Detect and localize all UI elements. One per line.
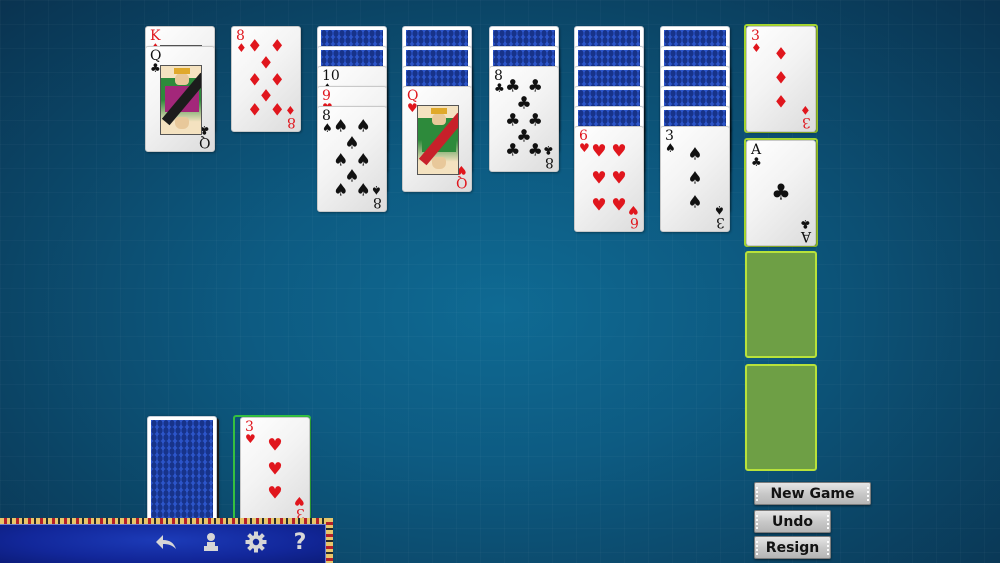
hearts-pip-icon: ♥ — [611, 195, 627, 216]
spades-pip-icon: ♠ — [687, 144, 703, 165]
card-rank-inverted: 3 — [716, 214, 725, 230]
card-q-of-clubs[interactable]: Q ♣ Q ♣ — [145, 46, 215, 152]
hearts-pip-icon: ♥ — [591, 141, 607, 162]
card-pips: ♥ ♥ ♥ ♥ ♥ ♥ — [589, 141, 629, 217]
hearts-suit-icon: ♥ — [294, 494, 305, 508]
card-rank-inverted: 3 — [802, 114, 811, 130]
player-icon[interactable] — [197, 530, 225, 554]
card-rank-inverted: 8 — [287, 114, 296, 130]
new-game-button[interactable]: New Game — [754, 482, 871, 505]
clubs-suit-icon: ♣ — [543, 143, 554, 157]
card-back-pattern — [151, 420, 213, 518]
hearts-pip-icon: ♥ — [591, 168, 607, 189]
card-rank-inverted: 6 — [630, 214, 639, 230]
clubs-pip-icon: ♣ — [527, 140, 543, 161]
face-card-artwork — [160, 65, 202, 135]
face-art-head — [175, 73, 189, 85]
clubs-pip-icon: ♣ — [771, 180, 791, 206]
card-3-of-spades[interactable]: 3 ♠ 3 ♠ ♠ ♠ ♠ — [660, 126, 730, 232]
spades-pip-icon: ♠ — [687, 192, 703, 213]
card-3-of-hearts[interactable]: 3 ♥ 3 ♥ ♥ ♥ ♥ — [240, 417, 310, 523]
spades-suit-icon: ♠ — [371, 183, 382, 197]
bottom-toolbar: ? — [0, 518, 333, 563]
hearts-pip-icon: ♥ — [611, 141, 627, 162]
card-8-of-clubs[interactable]: 8 ♣ 8 ♣ ♣ ♣ ♣ ♣ ♣ ♣ ♣ ♣ — [489, 66, 559, 172]
card-pips: ♦ ♦ ♦ ♦ ♦ ♦ ♦ ♦ — [246, 38, 286, 121]
clubs-pip-icon: ♣ — [505, 140, 521, 161]
spades-pip-icon: ♠ — [333, 180, 349, 201]
empty-foundation-slot-3[interactable] — [745, 251, 817, 358]
face-art-head2 — [175, 117, 189, 129]
card-pips: ♣ — [761, 155, 801, 231]
help-icon[interactable]: ? — [286, 530, 314, 555]
hearts-pip-icon: ♥ — [267, 483, 283, 504]
card-rank-inverted: Q — [198, 134, 210, 150]
empty-foundation-slot-4[interactable] — [745, 364, 817, 471]
card-pips: ♥ ♥ ♥ — [255, 432, 295, 508]
spades-pip-icon: ♠ — [355, 180, 371, 201]
card-q-of-hearts[interactable]: Q ♥ Q ♥ — [402, 86, 472, 192]
back-arrow-icon[interactable] — [152, 530, 180, 554]
card-pips: ♠ ♠ ♠ — [675, 141, 715, 217]
card-a-of-clubs[interactable]: A ♣ A ♣ ♣ — [746, 140, 816, 246]
diamonds-pip-icon: ♦ — [773, 44, 789, 65]
face-art-crown — [174, 68, 190, 74]
toolbar-decorative-border-right — [326, 518, 333, 563]
undo-button[interactable]: Undo — [754, 510, 831, 533]
clubs-suit-icon: ♣ — [800, 217, 811, 231]
card-pips: ♦ ♦ ♦ — [761, 41, 801, 117]
card-rank-inverted: A — [800, 228, 811, 244]
face-art-crown — [431, 108, 447, 114]
hearts-pip-icon: ♥ — [267, 459, 283, 480]
card-pips: ♠ ♠ ♠ ♠ ♠ ♠ ♠ ♠ — [332, 118, 372, 201]
card-8-of-diamonds[interactable]: 8 ♦ 8 ♦ ♦ ♦ ♦ ♦ ♦ ♦ ♦ ♦ — [231, 26, 301, 132]
card-rank-inverted: 8 — [545, 154, 554, 170]
card-8-of-spades[interactable]: 8 ♠ 8 ♠ ♠ ♠ ♠ ♠ ♠ ♠ ♠ ♠ — [317, 106, 387, 212]
diamonds-pip-icon: ♦ — [247, 100, 263, 121]
hearts-pip-icon: ♥ — [611, 168, 627, 189]
diamonds-pip-icon: ♦ — [269, 100, 285, 121]
resign-button[interactable]: Resign — [754, 536, 831, 559]
spades-suit-icon: ♠ — [714, 203, 725, 217]
card-rank-inverted: 8 — [373, 194, 382, 210]
diamonds-pip-icon: ♦ — [773, 68, 789, 89]
stock-pile[interactable] — [147, 416, 217, 522]
card-rank-inverted: Q — [455, 174, 467, 190]
card-pips: ♣ ♣ ♣ ♣ ♣ ♣ ♣ ♣ — [504, 78, 544, 161]
face-card-artwork — [417, 105, 459, 175]
card-6-of-hearts[interactable]: 6 ♥ 6 ♥ ♥ ♥ ♥ ♥ ♥ ♥ — [574, 126, 644, 232]
diamonds-pip-icon: ♦ — [773, 92, 789, 113]
diamonds-suit-icon: ♦ — [800, 103, 811, 117]
diamonds-suit-icon: ♦ — [285, 103, 296, 117]
hearts-pip-icon: ♥ — [267, 435, 283, 456]
face-art-head2 — [432, 157, 446, 169]
spades-pip-icon: ♠ — [687, 168, 703, 189]
settings-gear-icon[interactable] — [242, 530, 270, 554]
card-3-of-diamonds[interactable]: 3 ♦ 3 ♦ ♦ ♦ ♦ — [746, 26, 816, 132]
hearts-suit-icon: ♥ — [628, 203, 639, 217]
hearts-pip-icon: ♥ — [591, 195, 607, 216]
face-art-head — [432, 113, 446, 125]
